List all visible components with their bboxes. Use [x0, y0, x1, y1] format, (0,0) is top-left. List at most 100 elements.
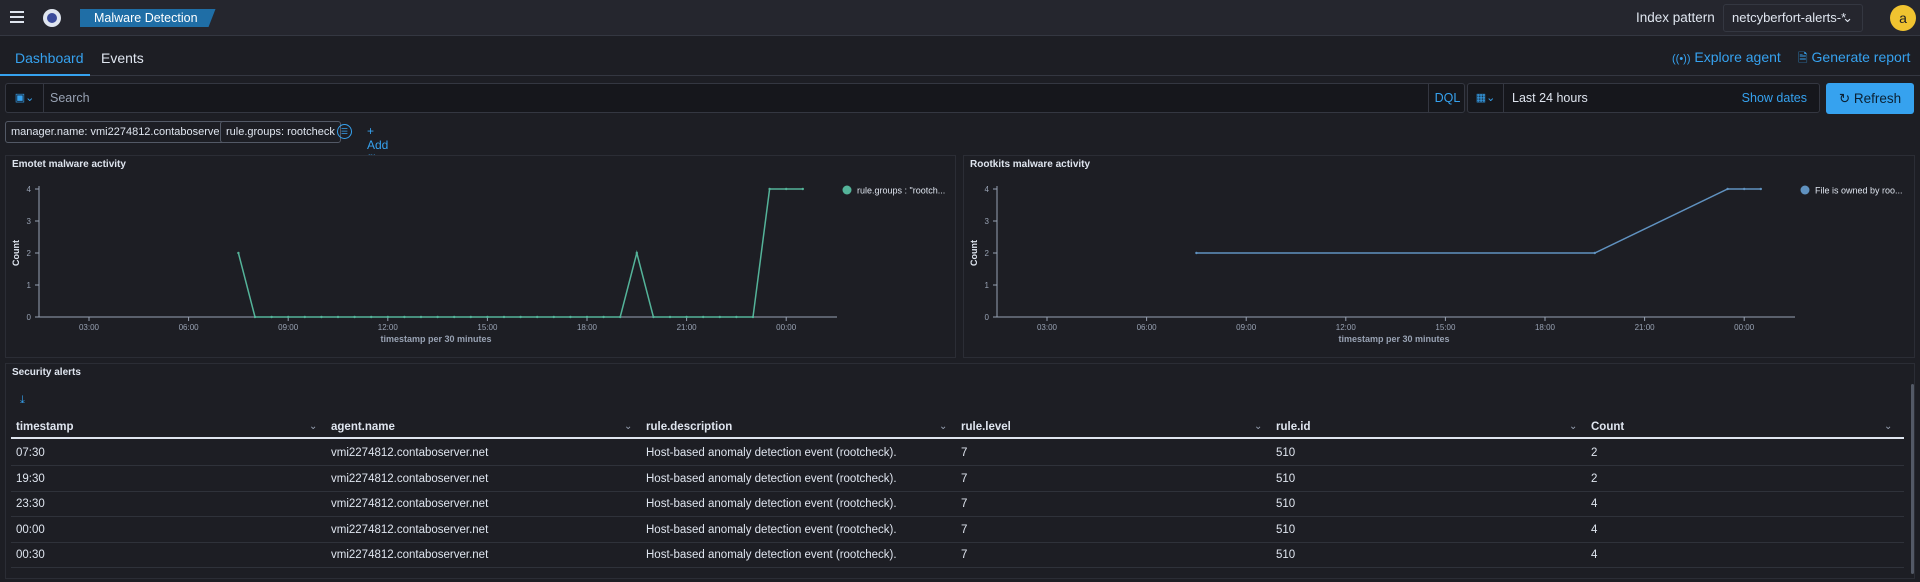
tab-events[interactable]: Events: [101, 50, 144, 66]
tab-dashboard[interactable]: Dashboard: [15, 50, 84, 66]
x-tick-label: 18:00: [1535, 323, 1556, 332]
sort-chevron-icon[interactable]: ⌄: [624, 415, 632, 439]
filter-pill[interactable]: rule.groups: rootcheck: [220, 121, 341, 143]
data-point: [419, 315, 423, 319]
column-header[interactable]: rule.level: [961, 415, 1011, 439]
x-tick-label: 00:00: [776, 323, 797, 332]
download-icon[interactable]: ⤓: [20, 394, 25, 407]
x-tick-label: 09:00: [1236, 323, 1257, 332]
column-header[interactable]: rule.description: [646, 415, 732, 439]
x-tick-label: 15:00: [477, 323, 498, 332]
calendar-icon[interactable]: ▦⌄: [1468, 84, 1504, 112]
table-cell: Host-based anomaly detection event (root…: [646, 549, 897, 561]
data-point: [370, 315, 373, 319]
saved-query-icon[interactable]: ▣⌄: [6, 84, 44, 112]
data-point: [635, 251, 638, 255]
column-header[interactable]: rule.id: [1276, 415, 1311, 439]
sort-chevron-icon[interactable]: ⌄: [939, 415, 947, 439]
generate-report-link[interactable]: 🗎 Generate report: [1798, 49, 1910, 70]
table-header: timestamp ⌄ agent.name ⌄ rule.description ⌄ ru…: [11, 415, 1904, 439]
column-header[interactable]: Count: [1591, 415, 1624, 439]
table-cell: 7: [961, 472, 968, 485]
y-tick-label: 3: [27, 217, 32, 226]
y-tick-label: 0: [27, 313, 32, 322]
tab-bar: Dashboard Events: [0, 36, 1920, 76]
app-logo-icon[interactable]: [43, 9, 61, 27]
sort-chevron-icon[interactable]: ⌄: [1569, 415, 1577, 439]
column-header[interactable]: agent.name: [331, 415, 395, 439]
y-tick-label: 4: [27, 185, 32, 194]
generate-report-label: Generate report: [1811, 49, 1911, 65]
table-cell: 2: [1591, 472, 1598, 485]
table-cell: 07:30: [16, 447, 45, 459]
table-row: 00:00 vmi2274812.contaboserver.net Host-ba…: [11, 518, 1904, 543]
legend-label: rule.groups : "rootch...: [857, 186, 945, 196]
x-tick-label: 18:00: [577, 323, 598, 332]
x-tick-label: 03:00: [79, 323, 100, 332]
table-cell: vmi2274812.contaboserver.net: [331, 447, 489, 459]
data-point: [453, 315, 456, 319]
table-row: 23:30 vmi2274812.contaboserver.net Host-ba…: [11, 492, 1904, 517]
sort-chevron-icon[interactable]: ⌄: [1254, 415, 1262, 439]
data-point: [768, 187, 771, 191]
data-point: [486, 315, 489, 319]
data-point: [536, 315, 539, 319]
table-cell: Host-based anomaly detection event (root…: [646, 472, 897, 485]
index-pattern-value: netcyberfort-alerts-*: [1732, 10, 1847, 25]
menu-icon[interactable]: [10, 11, 24, 23]
table-cell: Host-based anomaly detection event (root…: [646, 447, 897, 459]
table-cell: vmi2274812.contaboserver.net: [331, 472, 489, 485]
breadcrumb[interactable]: Malware Detection: [80, 9, 216, 27]
data-point: [303, 315, 306, 319]
query-language-button[interactable]: DQL: [1428, 84, 1466, 112]
data-point: [253, 315, 257, 319]
explore-agent-link[interactable]: ((•)) Explore agent: [1672, 49, 1781, 65]
column-header[interactable]: timestamp: [16, 415, 74, 439]
show-dates-button[interactable]: Show dates: [1742, 84, 1807, 112]
table-cell: 510: [1276, 549, 1296, 561]
avatar[interactable]: a: [1890, 5, 1916, 31]
sort-chevron-icon[interactable]: ⌄: [309, 415, 317, 439]
y-tick-label: 1: [985, 281, 990, 290]
series-line: [1196, 188, 1761, 254]
x-tick-label: 06:00: [179, 323, 200, 332]
x-tick-label: 09:00: [278, 323, 299, 332]
table-cell: Host-based anomaly detection event (root…: [646, 498, 897, 510]
data-point: [702, 315, 705, 319]
data-point: [353, 315, 356, 319]
explore-agent-label: Explore agent: [1694, 49, 1781, 65]
data-point: [469, 315, 472, 319]
sort-chevron-icon[interactable]: ⌄: [1884, 415, 1892, 439]
data-point: [1743, 187, 1746, 191]
filter-menu-icon[interactable]: ☰: [337, 124, 352, 139]
y-tick-label: 1: [27, 281, 32, 290]
data-point: [1759, 187, 1762, 191]
legend-label: File is owned by roo...: [1815, 186, 1903, 196]
data-point: [403, 315, 406, 319]
x-axis-label: timestamp per 30 minutes: [1338, 334, 1449, 344]
table-cell: 23:30: [16, 498, 45, 510]
refresh-icon: ↻: [1838, 91, 1851, 106]
table-cell: 7: [961, 498, 968, 510]
x-tick-label: 03:00: [1037, 323, 1058, 332]
search-input[interactable]: Search: [50, 84, 1420, 112]
data-point: [668, 315, 672, 319]
data-point: [1726, 187, 1729, 191]
refresh-button[interactable]: ↻ Refresh: [1826, 83, 1914, 114]
table-cell: 7: [961, 549, 968, 561]
scrollbar[interactable]: [1911, 384, 1914, 574]
data-point: [386, 315, 389, 319]
data-point: [287, 315, 290, 319]
antenna-icon: ((•)): [1672, 53, 1691, 65]
table-row: 07:30 vmi2274812.contaboserver.net Host-ba…: [11, 441, 1904, 466]
date-range[interactable]: Last 24 hours: [1512, 84, 1588, 112]
data-point: [585, 315, 589, 319]
table-title: Security alerts: [12, 367, 81, 378]
filter-pill[interactable]: manager.name: vmi2274812.contaboserver.n…: [5, 121, 247, 143]
index-pattern-select[interactable]: netcyberfort-alerts-* ⌄: [1723, 4, 1863, 32]
table-cell: 4: [1591, 498, 1598, 510]
data-point: [1593, 251, 1596, 255]
data-point: [751, 315, 755, 319]
emotet-chart: 0 1 2 3 4 03:00 06:00 09:00 12:00 15:00 18:00 21:00…: [11, 185, 945, 344]
table-cell: Host-based anomaly detection event (root…: [646, 523, 897, 536]
